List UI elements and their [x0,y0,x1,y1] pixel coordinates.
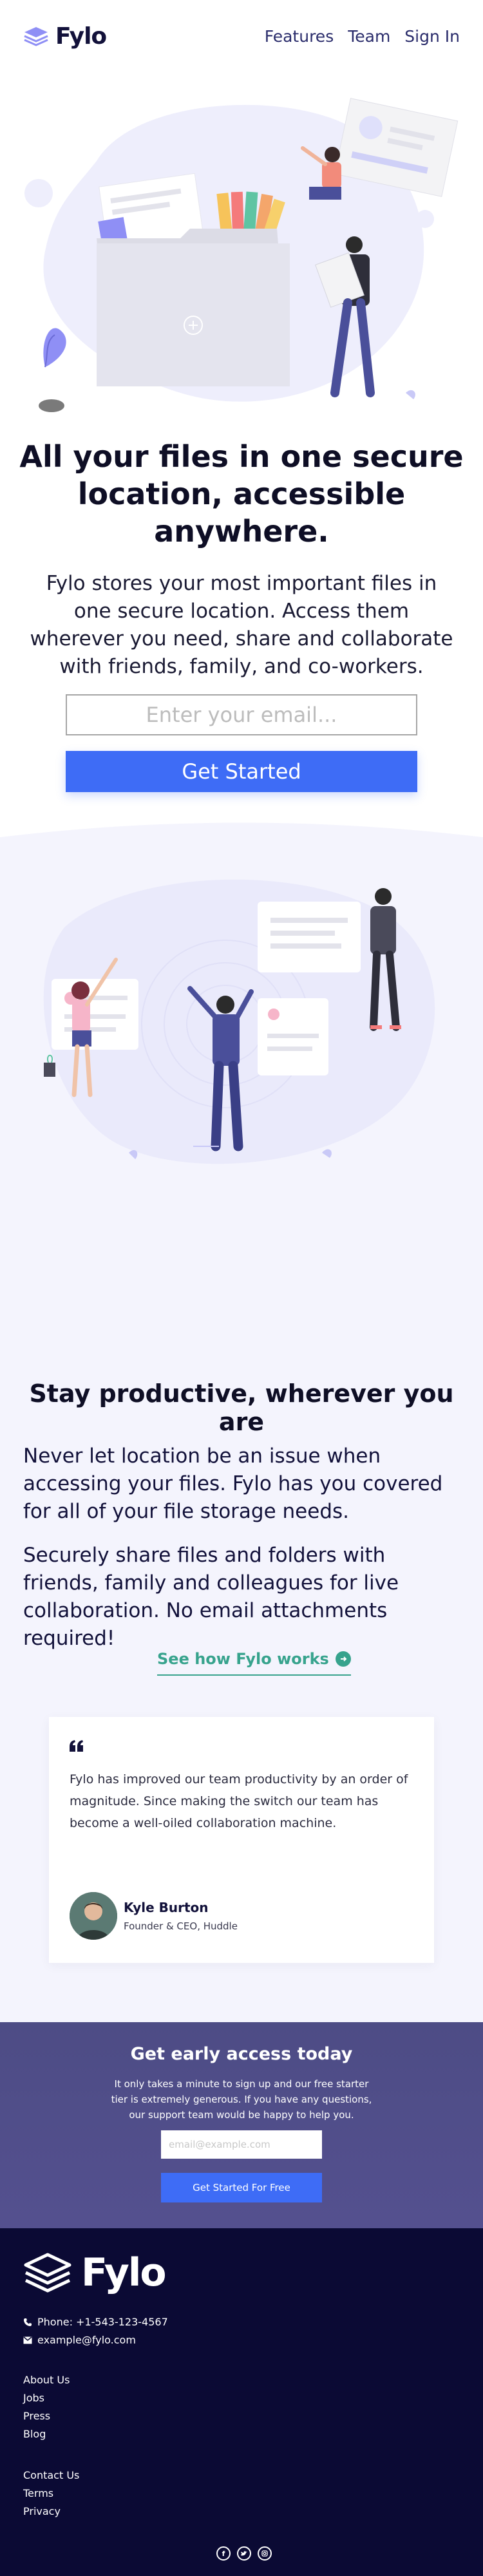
brand-name: Fylo [55,23,107,50]
see-how-link-label: See how Fylo works [157,1650,329,1668]
footer-link-privacy[interactable]: Privacy [23,2503,79,2521]
footer-link-terms[interactable]: Terms [23,2485,79,2503]
footer-link-contact-us[interactable]: Contact Us [23,2467,79,2485]
early-access-email-input[interactable]: email@example.com [161,2130,322,2159]
site-footer: Fylo Phone: +1-543-123-4567 example@fylo… [0,2228,483,2576]
brand-logo[interactable]: Fylo [23,23,107,50]
footer-link-about-us[interactable]: About Us [23,2371,70,2389]
productive-paragraph-2: Securely share files and folders with fr… [23,1544,399,1650]
site-header: Fylo Features Team Sign In [0,0,483,71]
footer-logo[interactable]: Fylo [23,2250,167,2295]
hero-description: Fylo stores your most important files in… [30,572,453,678]
footer-link-jobs[interactable]: Jobs [23,2389,70,2407]
early-access-description: It only takes a minute to sign up and ou… [111,2078,372,2121]
quote-icon [70,1740,83,1752]
footer-links-support: Contact Us Terms Privacy [23,2467,79,2521]
instagram-icon[interactable] [258,2546,272,2561]
footer-email-text: example@fylo.com [37,2334,136,2346]
productive-paragraph-1: Never let location be an issue when acce… [23,1444,443,1523]
testimonial-author-name: Kyle Burton [124,1900,209,1915]
nav-link-features[interactable]: Features [265,27,334,46]
facebook-icon[interactable]: f [216,2546,231,2561]
arrow-right-icon [335,1651,351,1667]
hero-illustration [24,98,459,412]
footer-phone-text: Phone: +1-543-123-4567 [37,2316,168,2328]
hero-title: All your files in one secure location, a… [19,439,464,549]
footer-brand-name: Fylo [81,2250,167,2295]
twitter-icon[interactable] [237,2546,251,2561]
mail-icon [23,2336,32,2344]
early-access-title: Get early access today [130,2044,353,2064]
productive-title: Stay productive, wherever you are [29,1379,454,1436]
nav-link-sign-in[interactable]: Sign In [404,27,460,46]
early-access-section: Get early access today It only takes a m… [0,2022,483,2228]
phone-icon [24,2318,32,2326]
get-started-button[interactable]: Get Started [66,751,417,792]
see-how-fylo-works-link[interactable]: See how Fylo works [157,1650,351,1676]
productive-illustration [43,879,435,1164]
nav-link-team[interactable]: Team [348,27,390,46]
footer-link-blog[interactable]: Blog [23,2425,70,2443]
main-nav: Features Team Sign In [265,27,460,46]
get-started-free-button[interactable]: Get Started For Free [161,2173,322,2202]
fylo-logo-icon [24,2253,71,2293]
footer-phone[interactable]: Phone: +1-543-123-4567 [23,2316,168,2328]
footer-links-company: About Us Jobs Press Blog [23,2371,70,2443]
fylo-logo-icon [24,26,48,46]
footer-link-press[interactable]: Press [23,2407,70,2425]
footer-email[interactable]: example@fylo.com [23,2334,136,2346]
hero-email-input[interactable]: Enter your email... [66,694,417,735]
avatar [70,1892,117,1940]
testimonial-quote: Fylo has improved our team productivity … [70,1772,408,1830]
testimonial-card: Fylo has improved our team productivity … [49,1717,434,1963]
social-links: f [216,2546,272,2561]
curve-divider [0,822,483,857]
testimonial-author-role: Founder & CEO, Huddle [124,1920,238,1932]
